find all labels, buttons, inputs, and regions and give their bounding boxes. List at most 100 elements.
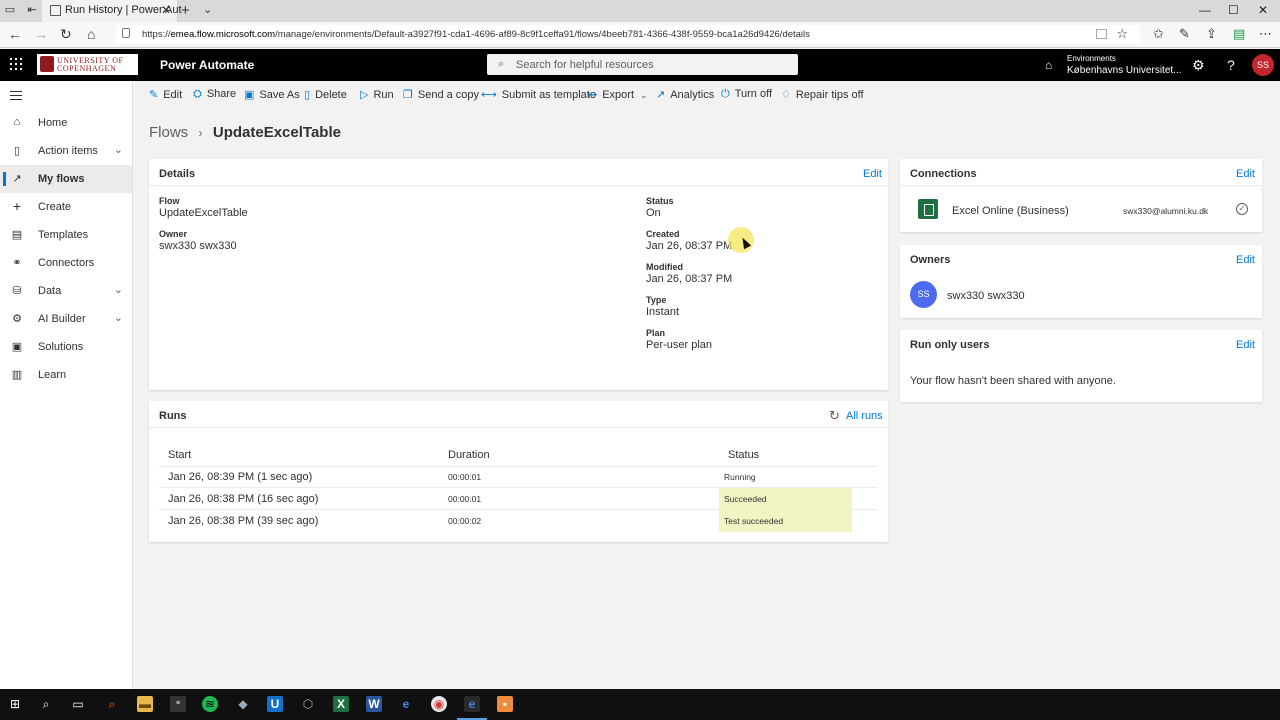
refresh-icon[interactable]: ↻ [829, 408, 840, 424]
repair-tips-button[interactable]: ♢ Repair tips off [781, 88, 864, 101]
tab-list-chevron-icon[interactable]: ⌄ [203, 3, 212, 16]
excel-taskbar-icon[interactable]: X [333, 696, 349, 712]
taskbar-search-icon[interactable]: ⌕ [38, 696, 54, 712]
word-taskbar-icon[interactable]: W [366, 696, 382, 712]
reading-view-icon[interactable] [1096, 29, 1107, 39]
type-value: Instant [646, 306, 680, 318]
app-search-orange-icon[interactable]: ⌕ [104, 696, 120, 712]
app-launcher-icon[interactable] [10, 58, 22, 70]
chrome-icon[interactable]: ◉ [431, 696, 447, 712]
run-start[interactable]: Jan 26, 08:39 PM (1 sec ago) [168, 471, 312, 483]
lock-icon [122, 28, 130, 38]
nav-item-data[interactable]: ⛁ Data ⌄ [0, 277, 132, 305]
export-icon: ↦ [588, 89, 598, 101]
type-label: Type [646, 295, 667, 305]
nav-item-connectors[interactable]: ⚭ Connectors [0, 249, 132, 277]
submit-template-button[interactable]: ⟷ Submit as template [481, 88, 596, 101]
breadcrumb: Flows › UpdateExcelTable [149, 124, 341, 141]
chevron-down-icon[interactable]: ⌄ [114, 143, 123, 156]
url-input[interactable]: https://emea.flow.microsoft.com/manage/e… [116, 25, 1140, 44]
all-runs-link[interactable]: All runs [846, 410, 883, 422]
home-page-icon[interactable]: ⌂ [87, 27, 95, 41]
close-window-icon[interactable]: ✕ [1258, 3, 1268, 17]
owners-edit-link[interactable]: Edit [1236, 254, 1255, 266]
run-button[interactable]: ▷ Run [360, 88, 394, 101]
col-header-start[interactable]: Start [168, 449, 191, 461]
app-header: UNIVERSITY OF COPENHAGEN Power Automate … [0, 49, 1280, 81]
tool-icon[interactable]: ◆ [235, 696, 251, 712]
refresh-icon[interactable]: ↻ [60, 27, 72, 41]
nav-item-learn[interactable]: ▥ Learn [0, 361, 132, 389]
col-header-duration[interactable]: Duration [448, 449, 490, 461]
export-button[interactable]: ↦ Export ⌄ [588, 88, 648, 101]
internet-explorer-icon[interactable]: e [398, 696, 414, 712]
more-icon[interactable]: ⋯ [1259, 26, 1272, 42]
run-start[interactable]: Jan 26, 08:38 PM (39 sec ago) [168, 515, 318, 527]
collapse-nav-icon[interactable] [10, 91, 22, 103]
settings-gear-icon[interactable]: ⚙ [1192, 57, 1205, 74]
plus-icon: + [12, 198, 22, 214]
table-row[interactable]: Jan 26, 08:39 PM (1 sec ago) 00:00:01 Ru… [159, 466, 877, 488]
col-header-status[interactable]: Status [728, 449, 759, 461]
user-avatar[interactable]: SS [1252, 54, 1274, 76]
file-explorer-icon[interactable]: ▬ [137, 696, 153, 712]
run-only-edit-link[interactable]: Edit [1236, 339, 1255, 351]
set-aside-tabs-icon[interactable]: ⇤ [26, 4, 38, 16]
new-tab-button[interactable]: + [181, 2, 190, 19]
run-only-title: Run only users [910, 339, 990, 351]
nav-item-ai-builder[interactable]: ⚙ AI Builder ⌄ [0, 305, 132, 333]
back-icon[interactable]: ← [8, 27, 22, 41]
connections-edit-link[interactable]: Edit [1236, 168, 1255, 180]
runs-title: Runs [159, 410, 187, 422]
ai-builder-icon: ⚙ [12, 313, 22, 325]
turn-off-button[interactable]: ⏻ Turn off [721, 88, 772, 101]
details-edit-link[interactable]: Edit [863, 168, 882, 180]
nav-item-create[interactable]: + Create [0, 193, 132, 221]
share-browser-icon[interactable]: ⇪ [1206, 26, 1217, 42]
edge-icon[interactable]: e [464, 696, 480, 712]
chevron-down-icon[interactable]: ⌄ [114, 283, 123, 296]
environment-picker[interactable]: Københavns Universitet... [1067, 65, 1182, 76]
runs-card: Runs ↻ All runs Start Duration Status Ja… [149, 401, 888, 542]
environment-icon[interactable]: ⌂ [1045, 58, 1052, 72]
maximize-icon[interactable]: ☐ [1228, 3, 1239, 17]
nav-item-action-items[interactable]: ▯ Action items ⌄ [0, 137, 132, 165]
3d-app-icon[interactable]: ⬡ [300, 696, 316, 712]
run-start[interactable]: Jan 26, 08:38 PM (16 sec ago) [168, 493, 318, 505]
delete-button[interactable]: ▯ Delete [304, 88, 347, 101]
forward-icon[interactable]: → [34, 27, 48, 41]
nav-item-my-flows[interactable]: ↗ My flows [0, 165, 132, 193]
university-logo[interactable]: UNIVERSITY OF COPENHAGEN [37, 54, 138, 75]
breadcrumb-flows-link[interactable]: Flows [149, 124, 188, 141]
table-row[interactable]: Jan 26, 08:38 PM (39 sec ago) 00:00:02 T… [159, 510, 877, 532]
save-as-button[interactable]: ▣ Save As [244, 88, 300, 101]
orange-app-icon[interactable]: ▪ [497, 696, 513, 712]
help-icon[interactable]: ? [1227, 57, 1235, 73]
table-row[interactable]: Jan 26, 08:38 PM (16 sec ago) 00:00:01 S… [159, 488, 877, 510]
notes-icon[interactable]: ✎ [1179, 26, 1190, 42]
send-copy-button[interactable]: ❐ Send a copy [403, 88, 479, 101]
analytics-button[interactable]: ↗ Analytics [656, 88, 714, 101]
chevron-down-icon[interactable]: ⌄ [114, 311, 123, 324]
search-input[interactable]: ⌕ Search for helpful resources [487, 54, 798, 75]
sonos-icon[interactable]: ≡ [170, 696, 186, 712]
spotify-icon[interactable]: ≋ [202, 696, 218, 712]
minimize-icon[interactable]: — [1199, 3, 1211, 17]
tab-actions-icon[interactable]: ▭ [4, 4, 16, 16]
uipath-icon[interactable]: U [267, 696, 283, 712]
tab-close-icon[interactable]: ✕ [161, 3, 171, 17]
windows-start-icon[interactable]: ⊞ [7, 696, 23, 712]
share-button[interactable]: ⛭ Share [193, 88, 236, 101]
task-view-icon[interactable]: ▭ [70, 696, 86, 712]
edit-button[interactable]: ✎ Edit [149, 88, 182, 101]
nav-item-solutions[interactable]: ▣ Solutions [0, 333, 132, 361]
favorite-star-icon[interactable]: ☆ [1116, 26, 1128, 42]
favorites-icon[interactable]: ✩ [1153, 26, 1164, 42]
app-name[interactable]: Power Automate [160, 58, 254, 72]
extension-icon[interactable]: ▤ [1233, 26, 1245, 42]
check-circle-icon: ✓ [1236, 203, 1248, 215]
nav-item-home[interactable]: ⌂ Home [0, 109, 132, 137]
browser-tab[interactable]: Run History | Power Aut ✕ [42, 0, 182, 22]
nav-item-templates[interactable]: ▤ Templates [0, 221, 132, 249]
url-text: https://emea.flow.microsoft.com/manage/e… [142, 29, 810, 40]
